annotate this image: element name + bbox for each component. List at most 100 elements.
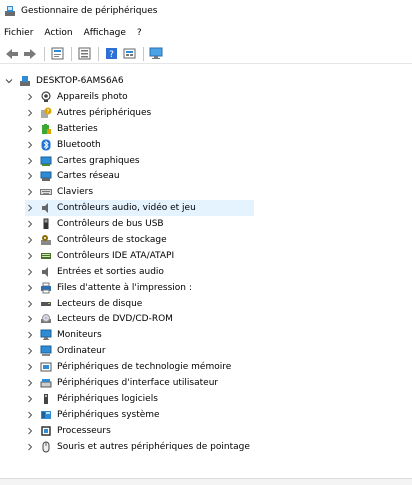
- system-device-icon: [39, 408, 52, 421]
- tree-item-label: Moniteurs: [57, 330, 102, 341]
- tree-item[interactable]: Périphériques logiciels: [25, 391, 254, 407]
- chevron-right-icon[interactable]: [25, 267, 35, 277]
- tree-item[interactable]: Appareils photo: [25, 89, 254, 105]
- tree-item[interactable]: Contrôleurs audio, vidéo et jeu: [25, 200, 254, 217]
- tree-item[interactable]: Bluetooth: [25, 137, 254, 153]
- chevron-right-icon[interactable]: [25, 108, 35, 118]
- list-view-icon[interactable]: [76, 46, 92, 62]
- menu-help[interactable]: ?: [137, 28, 142, 38]
- tree-item[interactable]: Cartes réseau: [25, 168, 254, 184]
- help-icon[interactable]: ?: [103, 46, 119, 62]
- chevron-right-icon[interactable]: [25, 92, 35, 102]
- camera-icon: [39, 90, 52, 103]
- display-adapter-icon: [39, 154, 52, 167]
- chevron-right-icon[interactable]: [25, 314, 35, 324]
- tree-item[interactable]: Lecteurs de DVD/CD-ROM: [25, 311, 254, 327]
- chevron-right-icon[interactable]: [25, 299, 35, 309]
- toolbar: ?: [0, 44, 412, 64]
- chevron-down-icon[interactable]: [4, 76, 14, 86]
- tree-item[interactable]: Périphériques de technologie mémoire: [25, 359, 254, 375]
- computer-icon: [18, 75, 31, 88]
- chevron-right-icon[interactable]: [25, 235, 35, 245]
- tree-item-label: Contrôleurs de stockage: [57, 234, 167, 245]
- chevron-right-icon[interactable]: [25, 378, 35, 388]
- tree-item-label: Files d'attente à l'impression :: [57, 282, 192, 293]
- menu-fichier[interactable]: Fichier: [4, 28, 33, 38]
- chevron-right-icon[interactable]: [25, 362, 35, 372]
- tree-item[interactable]: Lecteurs de disque: [25, 296, 254, 312]
- chevron-right-icon[interactable]: [25, 394, 35, 404]
- speaker-icon: [39, 202, 52, 215]
- tree-item-label: Périphériques logiciels: [57, 393, 158, 404]
- device-categories: Appareils photo ? Autres périphériques Batt…: [25, 89, 254, 454]
- tree-item-label: Ordinateur: [57, 346, 106, 357]
- chevron-right-icon[interactable]: [25, 203, 35, 213]
- scan-hardware-icon[interactable]: [121, 46, 137, 62]
- tree-item-label: Contrôleurs audio, vidéo et jeu: [57, 203, 196, 214]
- tree-item-label: Périphériques d'interface utilisateur: [57, 377, 219, 388]
- tree-item[interactable]: Moniteurs: [25, 327, 254, 343]
- toolbar-separator: [98, 46, 99, 61]
- tree-item[interactable]: Périphériques d'interface utilisateur: [25, 375, 254, 391]
- menu-bar: Fichier Action Affichage ?: [0, 24, 412, 42]
- tree-item[interactable]: Contrôleurs de bus USB: [25, 216, 254, 232]
- tree-item-label: Souris et autres périphériques de pointa…: [57, 441, 250, 452]
- tree-item[interactable]: Cartes graphiques: [25, 153, 254, 169]
- device-manager-icon: [4, 5, 16, 17]
- chevron-right-icon[interactable]: [25, 442, 35, 452]
- toolbar-separator: [143, 46, 144, 61]
- chevron-right-icon[interactable]: [25, 187, 35, 197]
- tree-item-label: Claviers: [57, 187, 94, 198]
- tree-item[interactable]: Ordinateur: [25, 343, 254, 359]
- tree-item[interactable]: Contrôleurs IDE ATA/ATAPI: [25, 248, 254, 264]
- dvd-drive-icon: [39, 313, 52, 326]
- chevron-right-icon[interactable]: [25, 346, 35, 356]
- chevron-right-icon[interactable]: [25, 251, 35, 261]
- tree-item-label: Cartes graphiques: [57, 155, 140, 166]
- tree-item[interactable]: Périphériques système: [25, 407, 254, 423]
- tree-item-label: Entrées et sorties audio: [57, 266, 164, 277]
- monitor-icon[interactable]: [148, 46, 164, 62]
- chevron-right-icon[interactable]: [25, 156, 35, 166]
- chevron-right-icon[interactable]: [25, 140, 35, 150]
- tree-item-label: Bluetooth: [57, 139, 101, 150]
- tree-item-label: Batteries: [57, 123, 98, 134]
- menu-affichage[interactable]: Affichage: [84, 28, 126, 38]
- unknown-device-icon: ?: [39, 106, 52, 119]
- tree-item[interactable]: Contrôleurs de stockage: [25, 232, 254, 248]
- tree-item[interactable]: Files d'attente à l'impression :: [25, 280, 254, 296]
- chevron-right-icon[interactable]: [25, 124, 35, 134]
- menu-action[interactable]: Action: [44, 28, 72, 38]
- tree-item[interactable]: Entrées et sorties audio: [25, 264, 254, 280]
- tree-item[interactable]: Batteries: [25, 121, 254, 137]
- back-arrow-icon[interactable]: [4, 46, 20, 62]
- svg-text:?: ?: [46, 108, 49, 115]
- tree-item[interactable]: Processeurs: [25, 423, 254, 439]
- chevron-right-icon[interactable]: [25, 410, 35, 420]
- title-bar: Gestionnaire de périphériques: [0, 0, 412, 22]
- tree-item[interactable]: Souris et autres périphériques de pointa…: [25, 439, 254, 455]
- tree-item-label: Appareils photo: [57, 91, 128, 102]
- toolbar-separator: [71, 46, 72, 61]
- tree-root[interactable]: DESKTOP-6AMS6A6: [4, 73, 124, 89]
- tree-item[interactable]: Claviers: [25, 184, 254, 200]
- chevron-right-icon[interactable]: [25, 330, 35, 340]
- ide-controller-icon: [39, 249, 52, 262]
- audio-io-icon: [39, 265, 52, 278]
- mouse-icon: [39, 440, 52, 453]
- properties-icon[interactable]: [49, 46, 65, 62]
- window-title: Gestionnaire de périphériques: [21, 6, 158, 16]
- keyboard-icon: [39, 186, 52, 199]
- chevron-right-icon[interactable]: [25, 283, 35, 293]
- chevron-right-icon[interactable]: [25, 219, 35, 229]
- disk-drive-icon: [39, 297, 52, 310]
- forward-arrow-icon[interactable]: [22, 46, 38, 62]
- storage-controller-icon: [39, 233, 52, 246]
- chevron-right-icon[interactable]: [25, 171, 35, 181]
- memory-device-icon: [39, 361, 52, 374]
- tree-item-label: Cartes réseau: [57, 171, 120, 182]
- chevron-right-icon[interactable]: [25, 426, 35, 436]
- tree-item[interactable]: ? Autres périphériques: [25, 105, 254, 121]
- svg-text:?: ?: [109, 50, 114, 60]
- computer-name: DESKTOP-6AMS6A6: [36, 76, 124, 86]
